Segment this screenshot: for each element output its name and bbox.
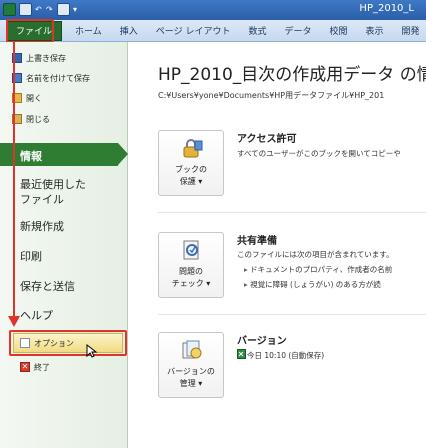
- window-title: HP_2010_L: [359, 3, 414, 14]
- undo-icon[interactable]: ↶: [35, 5, 43, 14]
- protect-button-label-1: ブックの: [175, 165, 207, 174]
- permissions-description: すべてのユーザーがこのブックを開いてコピーや: [237, 149, 401, 158]
- tab-formulas[interactable]: 数式: [239, 24, 275, 37]
- versions-heading: バージョン: [237, 336, 287, 347]
- tab-review[interactable]: 校閲: [320, 24, 356, 37]
- new-file-icon[interactable]: [57, 3, 70, 16]
- file-tab-highlight: [6, 19, 54, 43]
- versions-button-label-2: 管理 ▾: [179, 379, 203, 388]
- section-divider: [158, 314, 426, 315]
- exit-icon: ✕: [20, 362, 30, 372]
- exit-label: 終了: [34, 362, 50, 372]
- nav-item-print[interactable]: 印刷: [20, 248, 42, 264]
- excel-icon[interactable]: [3, 3, 16, 16]
- save-label: 上書き保存: [26, 53, 66, 63]
- document-title: HP_2010_目次の作成用データ の情: [158, 65, 426, 85]
- prepare-heading: 共有準備: [237, 236, 277, 247]
- check-button-label-2: チェック ▾: [171, 279, 211, 288]
- check-button-label-1: 問題の: [179, 267, 203, 276]
- guide-arrow-line: [13, 42, 15, 317]
- nav-item-info-label: 情報: [20, 150, 42, 163]
- guide-arrow-head: [8, 316, 20, 327]
- prepare-description: このファイルには次の項目が含まれています。: [237, 250, 394, 259]
- versions-button-label-1: バージョンの: [167, 367, 215, 376]
- nav-item-recent[interactable]: 最近使用した: [20, 176, 86, 192]
- quick-access-toolbar: ↶ ↷ ▾: [3, 3, 81, 16]
- title-bar: ↶ ↷ ▾ HP_2010_L: [0, 0, 426, 20]
- version-entry[interactable]: 今日 10:10 (自動保存): [247, 350, 324, 361]
- save-as-command[interactable]: 名前を付けて保存: [12, 71, 90, 85]
- nav-item-info[interactable]: [0, 143, 118, 166]
- permissions-heading: アクセス許可: [237, 134, 297, 145]
- tab-insert[interactable]: 挿入: [111, 24, 147, 37]
- protect-workbook-button[interactable]: ブックの 保護 ▾: [158, 130, 224, 196]
- open-label: 開く: [26, 93, 42, 103]
- nav-item-new[interactable]: 新規作成: [20, 218, 64, 234]
- prepare-bullet-2: 視覚に障碍 (しょうがい) のある方が読: [244, 279, 381, 290]
- tab-view[interactable]: 表示: [357, 24, 393, 37]
- nav-item-help[interactable]: ヘルプ: [20, 307, 53, 323]
- manage-versions-button[interactable]: バージョンの 管理 ▾: [158, 332, 224, 398]
- inspect-document-icon: [183, 240, 199, 260]
- mouse-cursor-icon: [86, 344, 98, 358]
- options-highlight: [9, 330, 127, 356]
- section-divider: [158, 212, 426, 213]
- save-command[interactable]: 上書き保存: [12, 51, 66, 65]
- check-issues-button[interactable]: 問題の チェック ▾: [158, 232, 224, 298]
- nav-item-save-send[interactable]: 保存と送信: [20, 278, 75, 294]
- tab-page-layout[interactable]: ページ レイアウト: [147, 24, 240, 37]
- close-label: 閉じる: [26, 114, 50, 124]
- prepare-bullet-1: ドキュメントのプロパティ、作成者の名前: [244, 264, 392, 275]
- save-icon[interactable]: [19, 3, 32, 16]
- customize-qat-icon[interactable]: ▾: [73, 5, 81, 14]
- document-path: C:¥Users¥yone¥Documents¥HP用データファイル¥HP_20…: [158, 91, 385, 100]
- excel-file-icon: [237, 349, 246, 359]
- nav-active-pointer: [118, 143, 128, 165]
- ribbon-tabs: ファイル ホーム 挿入 ページ レイアウト 数式 データ 校閲 表示 開発: [0, 20, 426, 42]
- nav-item-recent-line2[interactable]: ファイル: [20, 191, 64, 207]
- redo-icon[interactable]: ↷: [46, 5, 54, 14]
- exit-command[interactable]: ✕ 終了: [20, 360, 50, 374]
- open-command[interactable]: 開く: [12, 91, 42, 105]
- save-as-label: 名前を付けて保存: [26, 73, 90, 83]
- tab-data[interactable]: データ: [275, 24, 320, 37]
- lock-icon: [183, 139, 203, 158]
- versions-icon: [182, 340, 202, 359]
- protect-button-label-2: 保護 ▾: [179, 177, 203, 186]
- close-command[interactable]: 閉じる: [12, 112, 50, 126]
- tab-developer[interactable]: 開発: [393, 24, 426, 37]
- tab-home[interactable]: ホーム: [66, 24, 111, 37]
